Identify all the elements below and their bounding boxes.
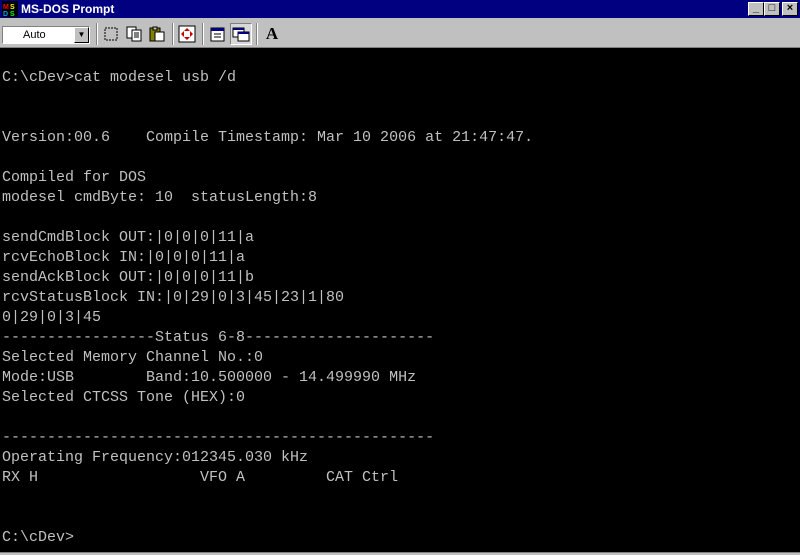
console-line-divider: ----------------------------------------… — [2, 429, 435, 446]
console-line: 0|29|0|3|45 — [2, 309, 102, 326]
fullscreen-button[interactable] — [176, 23, 198, 45]
font-size-value: Auto — [23, 29, 46, 41]
background-icon — [232, 27, 250, 42]
toolbar: Auto ▼ A — [0, 18, 800, 48]
title-bar[interactable]: M S D S MS-DOS Prompt _ □ × — [0, 0, 800, 18]
svg-text:M: M — [3, 4, 9, 11]
maximize-button[interactable]: □ — [764, 2, 780, 16]
svg-text:S: S — [10, 11, 15, 17]
minimize-button[interactable]: _ — [748, 2, 764, 16]
console-line-prompt: C:\cDev> — [2, 529, 75, 546]
console-line-status-divider: -----------------Status 6-8-------------… — [2, 329, 435, 346]
console-line: Compiled for DOS — [2, 169, 147, 186]
svg-text:S: S — [10, 4, 15, 11]
console-line: Selected CTCSS Tone (HEX):0 — [2, 389, 246, 406]
msdos-app-icon: M S D S — [2, 1, 18, 17]
console-line: RX H VFO A CAT Ctrl — [2, 469, 399, 486]
fullscreen-icon — [178, 25, 196, 43]
console-line: rcvEchoBlock IN:|0|0|0|11|a — [2, 249, 246, 266]
console-line: sendCmdBlock OUT:|0|0|0|11|a — [2, 229, 255, 246]
console-output[interactable]: C:\cDev>cat modesel usb /d Version:00.6 … — [0, 48, 800, 552]
background-button[interactable] — [230, 23, 252, 45]
copy-button[interactable] — [123, 23, 145, 45]
console-line: Selected Memory Channel No.:0 — [2, 349, 264, 366]
toolbar-separator — [256, 23, 258, 45]
toolbar-separator — [96, 23, 98, 45]
console-line-command: C:\cDev>cat modesel usb /d — [2, 69, 237, 86]
console-line: sendAckBlock OUT:|0|0|0|11|b — [2, 269, 255, 286]
copy-icon — [126, 26, 142, 42]
paste-icon — [149, 26, 165, 42]
properties-icon — [210, 27, 225, 42]
font-button[interactable]: A — [261, 23, 283, 45]
console-line: Operating Frequency:012345.030 kHz — [2, 449, 309, 466]
svg-text:D: D — [3, 11, 8, 17]
font-size-select[interactable]: Auto ▼ — [2, 26, 90, 44]
chevron-down-icon[interactable]: ▼ — [74, 27, 89, 43]
mark-button[interactable] — [100, 23, 122, 45]
console-line: Mode:USB Band:10.500000 - 14.499990 MHz — [2, 369, 417, 386]
paste-button[interactable] — [146, 23, 168, 45]
window-title: MS-DOS Prompt — [21, 2, 115, 16]
properties-button[interactable] — [207, 23, 229, 45]
font-icon: A — [265, 24, 279, 43]
mark-icon — [104, 27, 118, 41]
toolbar-separator — [202, 23, 204, 45]
close-button[interactable]: × — [782, 2, 798, 16]
toolbar-separator — [172, 23, 174, 45]
console-line: rcvStatusBlock IN:|0|29|0|3|45|23|1|80 — [2, 289, 345, 306]
console-line-version: Version:00.6 Compile Timestamp: Mar 10 2… — [2, 129, 534, 146]
console-line: modesel cmdByte: 10 statusLength:8 — [2, 189, 318, 206]
